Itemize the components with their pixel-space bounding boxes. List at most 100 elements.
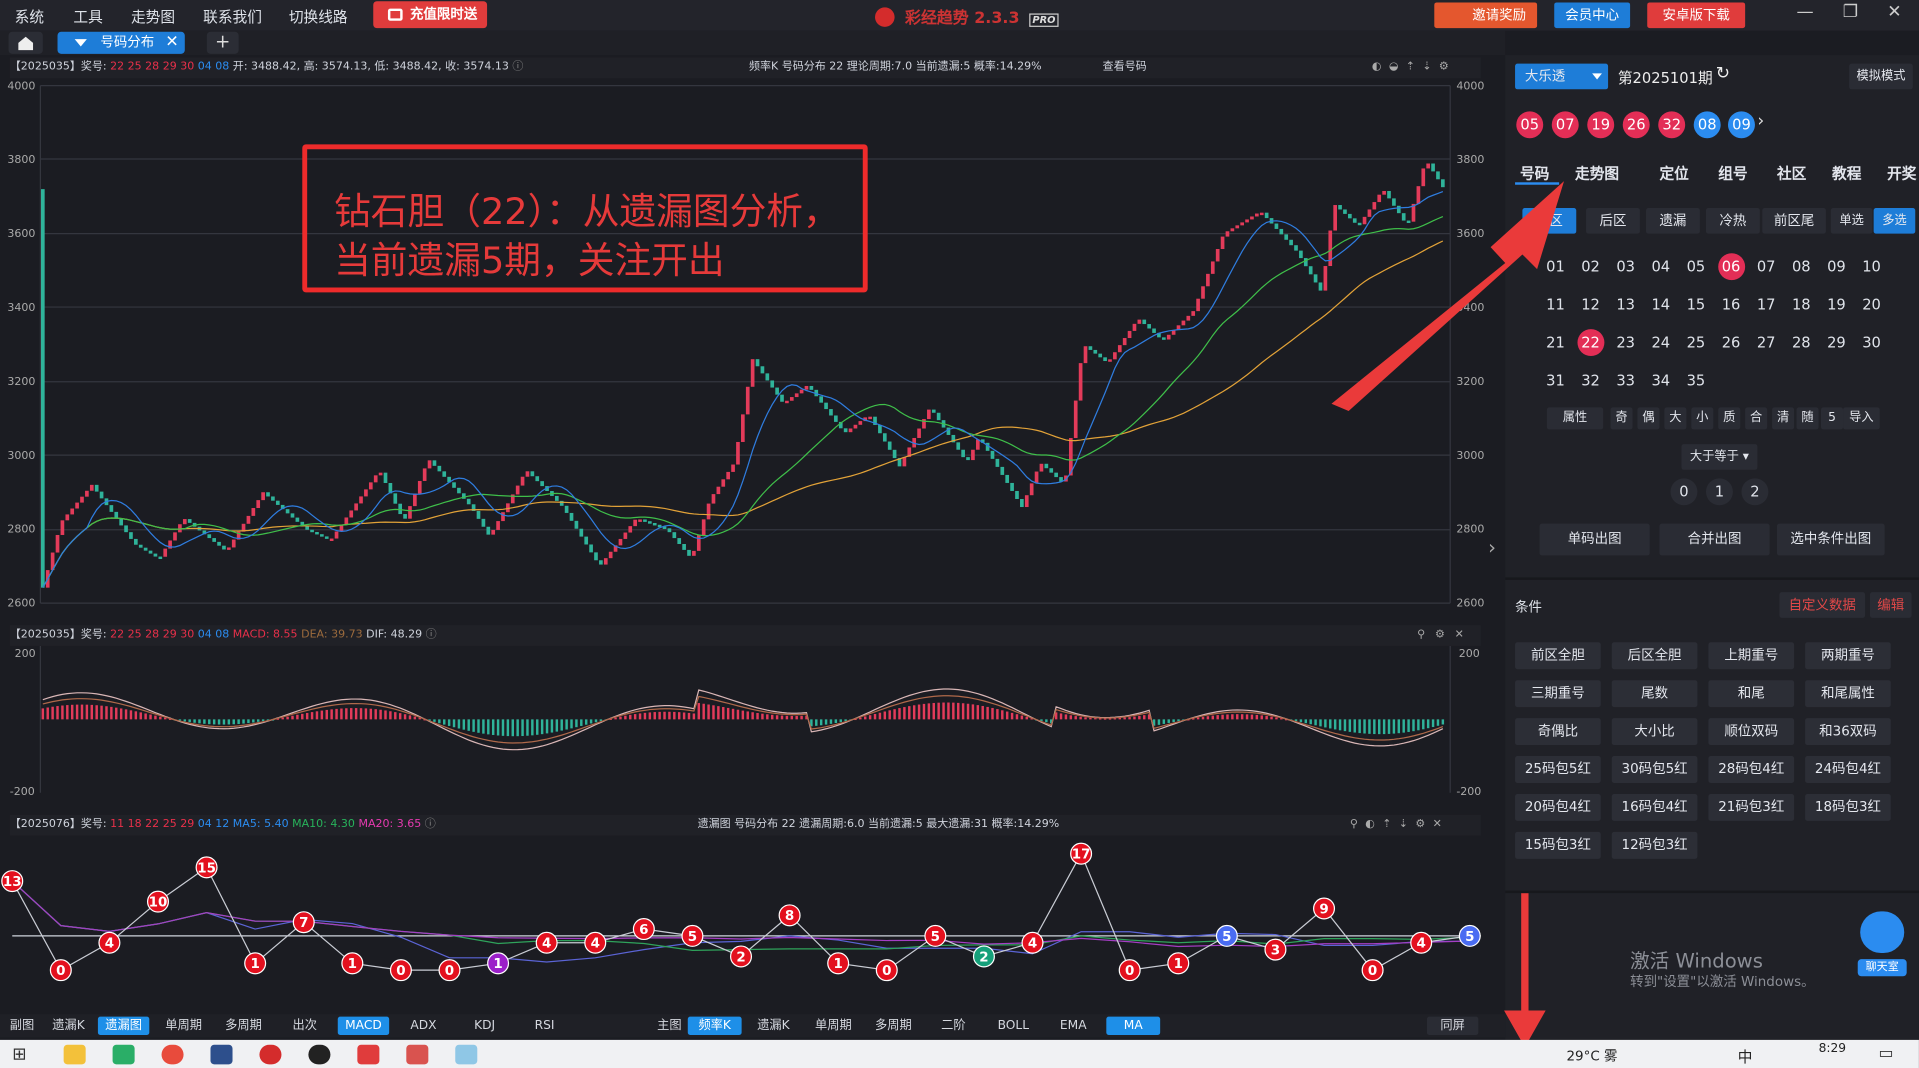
invite-button[interactable]: 邀请奖励 (1434, 2, 1538, 29)
recharge-button[interactable]: 充值限时送 (373, 1, 488, 29)
condition-button[interactable]: 25码包5红 (1515, 756, 1601, 783)
ge-select[interactable]: 大于等于 ▾ (1681, 444, 1758, 470)
bottom-left-3[interactable]: 多周期 (218, 1017, 269, 1035)
bottom-left-1[interactable]: 遗漏图 (97, 1016, 150, 1035)
number-ball[interactable]: 12 (1577, 291, 1604, 318)
bottom-left-2[interactable]: 单周期 (158, 1017, 209, 1035)
action-button-0[interactable]: 单码出图 (1539, 523, 1650, 556)
condition-button[interactable]: 和尾 (1708, 680, 1795, 708)
number-ball[interactable]: 22 (1577, 329, 1605, 357)
condition-button[interactable]: 16码包4红 (1611, 793, 1698, 821)
number-ball[interactable]: 24 (1647, 329, 1674, 356)
member-center-button[interactable]: 会员中心 (1554, 2, 1631, 29)
bottom-right-7[interactable]: MA (1106, 1016, 1161, 1035)
collapse-arrow-icon[interactable]: › (1488, 536, 1496, 559)
miss-chart[interactable]: 13041015171 0 0 14 46 5281 0524170 153904 5 (0, 836, 1505, 1013)
chat-room-button[interactable]: 聊天室 (1857, 911, 1907, 977)
tab-number-distribution[interactable]: 号码分布 ✕ (57, 31, 185, 54)
split-screen-button[interactable]: 同屏 (1426, 1016, 1479, 1035)
menu-system[interactable]: 系统 (15, 6, 44, 27)
menu-trend[interactable]: 走势图 (131, 6, 175, 27)
nav-tab-4[interactable]: 社区 (1777, 163, 1806, 184)
number-ball[interactable]: 27 (1753, 329, 1780, 356)
view-numbers-link[interactable]: 查看号码 (1103, 57, 1147, 78)
condition-button[interactable]: 18码包3红 (1805, 793, 1891, 821)
number-ball[interactable]: 28 (1788, 329, 1815, 356)
edit-button[interactable]: 编辑 (1869, 592, 1912, 618)
sub-tab-3[interactable]: 冷热 (1705, 207, 1760, 234)
help-icon[interactable]: ⓘ (426, 629, 437, 641)
condition-button[interactable]: 三期重号 (1515, 680, 1601, 708)
nav-tab-1[interactable]: 走势图 (1575, 163, 1619, 184)
tool-icon[interactable] (406, 1044, 429, 1065)
count-button[interactable]: 2 (1741, 478, 1769, 506)
bottom-right-1[interactable]: 遗漏K (747, 1017, 801, 1035)
number-ball[interactable]: 35 (1682, 367, 1709, 394)
attr-button-2[interactable]: 偶 (1637, 407, 1660, 430)
number-ball[interactable]: 07 (1753, 253, 1780, 280)
number-ball[interactable]: 30 (1858, 329, 1885, 356)
chrome-icon[interactable] (161, 1044, 184, 1065)
attr-button-5[interactable]: 质 (1718, 407, 1741, 430)
bottom-right-6[interactable]: EMA (1046, 1017, 1100, 1035)
number-ball[interactable]: 14 (1647, 291, 1674, 318)
number-ball[interactable]: 29 (1823, 329, 1850, 356)
count-button[interactable]: 1 (1705, 478, 1733, 506)
number-ball[interactable]: 08 (1788, 253, 1815, 280)
nav-tab-3[interactable]: 组号 (1718, 163, 1747, 184)
number-ball[interactable]: 19 (1823, 291, 1850, 318)
number-ball[interactable]: 23 (1612, 329, 1639, 356)
nav-tab-6[interactable]: 开奖 (1887, 163, 1916, 184)
condition-button[interactable]: 20码包4红 (1515, 793, 1601, 821)
count-button[interactable]: 0 (1670, 478, 1698, 506)
attr-button-4[interactable]: 小 (1691, 407, 1714, 430)
explorer-icon[interactable] (63, 1044, 86, 1065)
notepad-icon[interactable] (455, 1044, 478, 1065)
refresh-icon[interactable]: ↻ (1716, 64, 1730, 84)
number-ball[interactable]: 18 (1788, 291, 1815, 318)
qq-icon[interactable] (308, 1044, 331, 1065)
single-select[interactable]: 单选 (1830, 207, 1873, 234)
sub-tab-2[interactable]: 遗漏 (1646, 207, 1700, 234)
bottom-left-4[interactable]: 出次 (279, 1017, 330, 1035)
number-ball[interactable]: 34 (1647, 367, 1674, 394)
condition-button[interactable]: 和36双码 (1805, 718, 1891, 746)
bottom-right-3[interactable]: 多周期 (866, 1017, 920, 1035)
condition-button[interactable]: 大小比 (1611, 718, 1698, 746)
macd-chart[interactable]: 200 -200 200 -200 (0, 645, 1505, 805)
panel-tools-icon[interactable]: ◐◒⇡⇣⚙ (1372, 57, 1456, 78)
number-ball[interactable]: 04 (1647, 253, 1674, 280)
condition-button[interactable]: 24码包4红 (1805, 756, 1891, 783)
notification-icon[interactable]: ▭ (1879, 1045, 1894, 1063)
bottom-right-2[interactable]: 单周期 (806, 1017, 860, 1035)
bottom-left-5[interactable]: MACD (337, 1016, 390, 1035)
condition-button[interactable]: 尾数 (1611, 680, 1698, 708)
minimize-icon[interactable]: — (1793, 2, 1817, 22)
condition-button[interactable]: 21码包3红 (1708, 793, 1795, 821)
menu-contact[interactable]: 联系我们 (203, 6, 262, 27)
wechat-icon[interactable] (112, 1044, 135, 1065)
number-ball[interactable]: 20 (1858, 291, 1885, 318)
add-tab-button[interactable]: + (206, 31, 239, 54)
number-ball[interactable]: 10 (1858, 253, 1885, 280)
bottom-right-0[interactable]: 频率K (687, 1016, 742, 1035)
attr-button-3[interactable]: 大 (1664, 407, 1687, 430)
sim-mode-button[interactable]: 模拟模式 (1849, 63, 1913, 90)
sub-tab-1[interactable]: 后区 (1586, 207, 1640, 234)
attr-button-8[interactable]: 随 (1796, 407, 1819, 430)
condition-button[interactable]: 28码包4红 (1708, 756, 1795, 783)
bottom-left-0[interactable]: 遗漏K (43, 1017, 94, 1035)
number-ball[interactable]: 25 (1682, 329, 1709, 356)
nav-tab-2[interactable]: 定位 (1659, 163, 1688, 184)
restore-icon[interactable]: ❐ (1838, 2, 1862, 22)
number-ball[interactable]: 09 (1823, 253, 1850, 280)
number-ball[interactable]: 33 (1612, 367, 1639, 394)
number-ball[interactable]: 32 (1577, 367, 1604, 394)
help-icon[interactable]: ⓘ (512, 61, 523, 73)
condition-button[interactable]: 15码包3红 (1515, 831, 1601, 859)
bottom-right-4[interactable]: 二阶 (926, 1017, 980, 1035)
condition-button[interactable]: 上期重号 (1708, 642, 1795, 670)
bottom-left-6[interactable]: ADX (398, 1017, 449, 1035)
next-arrow-icon[interactable]: › (1757, 111, 1764, 131)
bottom-left-7[interactable]: KDJ (459, 1017, 510, 1035)
